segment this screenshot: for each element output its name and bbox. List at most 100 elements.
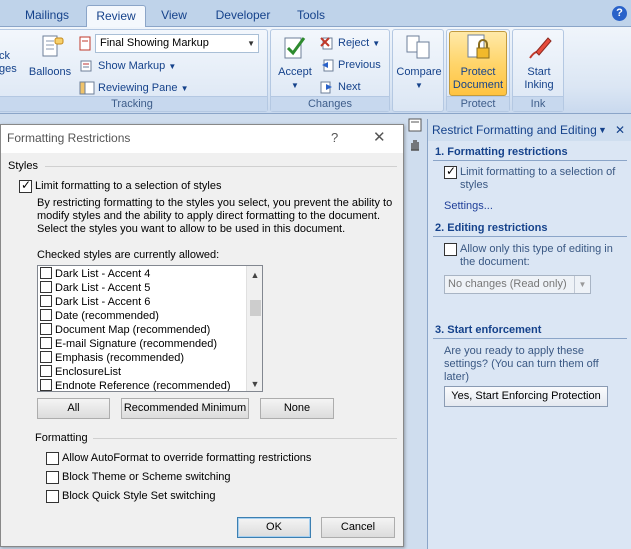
formatting-divider (93, 438, 397, 439)
markup-display-value: Final Showing Markup (100, 37, 209, 49)
pane-allow-editing-line-2: the document: (460, 256, 530, 268)
recommended-minimum-button[interactable]: Recommended Minimum (121, 398, 249, 419)
markup-display-select[interactable]: Final Showing Markup ▼ (95, 34, 259, 53)
tracking-group: ck ges Balloons Final Showing Markup ▼ S… (0, 29, 268, 112)
styles-divider (45, 166, 397, 167)
formatting-section-label: Formatting (35, 432, 88, 444)
settings-link[interactable]: Settings... (444, 200, 493, 212)
scroll-up-icon[interactable]: ▲ (247, 268, 262, 282)
style-checkbox[interactable] (40, 323, 52, 335)
accept-icon (280, 32, 310, 64)
show-markup-label: Show Markup (98, 60, 166, 72)
all-button[interactable]: All (37, 398, 110, 419)
style-checkbox[interactable] (40, 295, 52, 307)
cancel-button[interactable]: Cancel (321, 517, 395, 538)
scroll-thumb[interactable] (250, 300, 261, 316)
style-checkbox[interactable] (40, 379, 52, 391)
ok-button[interactable]: OK (237, 517, 311, 538)
changes-group-label: Changes (271, 96, 389, 111)
compare-label: Compare (396, 66, 442, 78)
hand-pan-icon[interactable] (407, 137, 423, 153)
reject-button[interactable]: Reject ▼ (319, 34, 380, 53)
editing-restrictions-heading: 2. Editing restrictions (435, 222, 548, 234)
chevron-down-icon: ▼ (247, 39, 255, 48)
list-item-label: Endnote Reference (recommended) (55, 380, 231, 392)
enforcement-line-2: settings? (You can turn them off (444, 358, 599, 370)
ribbon-tab-bar: Mailings Review View Developer Tools ? (0, 0, 631, 28)
pane-allow-editing-checkbox[interactable] (444, 243, 457, 256)
enforcement-line-3: later) (444, 371, 470, 383)
list-item[interactable]: Dark List - Accent 4 (40, 267, 150, 281)
previous-icon (319, 58, 335, 72)
protect-group: Protect Document Protect (446, 29, 510, 112)
balloons-button[interactable]: Balloons (25, 32, 75, 79)
list-item[interactable]: Dark List - Accent 6 (40, 295, 150, 309)
editing-type-select[interactable]: No changes (Read only) ▼ (444, 275, 591, 294)
pane-close-icon[interactable]: ✕ (615, 119, 625, 141)
list-item-label: EnclosureList (55, 366, 122, 378)
next-button[interactable]: Next (319, 78, 361, 97)
styles-description-line-2: modify styles and the ability to apply d… (37, 210, 381, 222)
style-checkbox[interactable] (40, 351, 52, 363)
help-icon[interactable]: ? (612, 6, 627, 21)
list-item[interactable]: E-mail Signature (recommended) (40, 337, 217, 351)
ink-group: Start Inking Ink (512, 29, 564, 112)
list-item-label: Emphasis (recommended) (55, 352, 184, 364)
list-item[interactable]: Date (recommended) (40, 309, 159, 323)
style-checkbox[interactable] (40, 281, 52, 293)
chevron-down-icon: ▼ (291, 81, 299, 90)
pane-limit-formatting-checkbox[interactable] (444, 164, 457, 179)
list-item[interactable]: EnclosureList (40, 365, 121, 379)
limit-formatting-label: Limit formatting to a selection of style… (35, 180, 222, 192)
list-item[interactable]: Emphasis (recommended) (40, 351, 184, 365)
ruler-toggle-icon[interactable] (407, 118, 423, 134)
tab-view[interactable]: View (150, 5, 198, 27)
limit-formatting-checkbox[interactable] (19, 178, 32, 193)
list-item[interactable]: Endnote Reference (recommended) (40, 379, 231, 392)
next-icon (319, 80, 335, 94)
list-item-label: Dark List - Accent 4 (55, 268, 151, 280)
dialog-help-icon[interactable]: ? (331, 130, 338, 145)
ribbon: ck ges Balloons Final Showing Markup ▼ S… (0, 27, 631, 114)
style-checkbox[interactable] (40, 309, 52, 321)
styles-scrollbar[interactable]: ▲ ▼ (246, 266, 262, 391)
dialog-close-icon[interactable]: ✕ (373, 128, 386, 146)
styles-description: By restricting formatting to the styles … (37, 197, 397, 236)
tab-review[interactable]: Review (86, 5, 146, 28)
list-item[interactable]: Dark List - Accent 5 (40, 281, 150, 295)
pane-title-text: Restrict Formatting and Editing (432, 123, 597, 137)
start-inking-button[interactable]: Start Inking (515, 32, 563, 92)
compare-group: Compare ▼ (392, 29, 444, 112)
start-enforcing-button[interactable]: Yes, Start Enforcing Protection (444, 386, 608, 407)
style-checkbox[interactable] (40, 267, 52, 279)
tab-tools[interactable]: Tools (288, 5, 334, 27)
tab-mailings[interactable]: Mailings (12, 5, 82, 27)
start-inking-label-1: Start (527, 66, 551, 78)
compare-button[interactable]: Compare ▼ (395, 32, 443, 92)
show-markup-button[interactable]: Show Markup ▼ (79, 57, 176, 76)
track-changes-button[interactable]: ck ges (0, 50, 19, 76)
block-quick-style-checkbox[interactable] (46, 490, 59, 503)
ink-group-label: Ink (513, 96, 563, 111)
protect-document-button[interactable]: Protect Document (449, 31, 507, 96)
chevron-down-icon: ▼ (168, 62, 177, 71)
none-button[interactable]: None (260, 398, 334, 419)
allow-autoformat-checkbox[interactable] (46, 452, 59, 465)
protect-document-label-2: Document (452, 79, 504, 91)
style-checkbox[interactable] (40, 337, 52, 349)
style-checkbox[interactable] (40, 365, 52, 377)
styles-listbox[interactable]: Dark List - Accent 4 Dark List - Accent … (37, 265, 263, 392)
scroll-down-icon[interactable]: ▼ (247, 377, 262, 391)
previous-label: Previous (338, 59, 381, 71)
document-side-icons (407, 118, 425, 156)
previous-button[interactable]: Previous (319, 56, 381, 75)
tab-developer[interactable]: Developer (208, 5, 278, 27)
list-item[interactable]: Document Map (recommended) (40, 323, 210, 337)
pane-menu-icon[interactable]: ▼ (598, 119, 607, 141)
formatting-restrictions-dialog: Formatting Restrictions ? ✕ Styles Limit… (0, 124, 404, 547)
block-theme-checkbox[interactable] (46, 471, 59, 484)
accept-button[interactable]: Accept ▼ (273, 32, 317, 92)
tracking-group-label: Tracking (0, 96, 267, 111)
formatting-restrictions-heading: 1. Formatting restrictions (435, 146, 568, 158)
balloons-label: Balloons (28, 66, 72, 78)
